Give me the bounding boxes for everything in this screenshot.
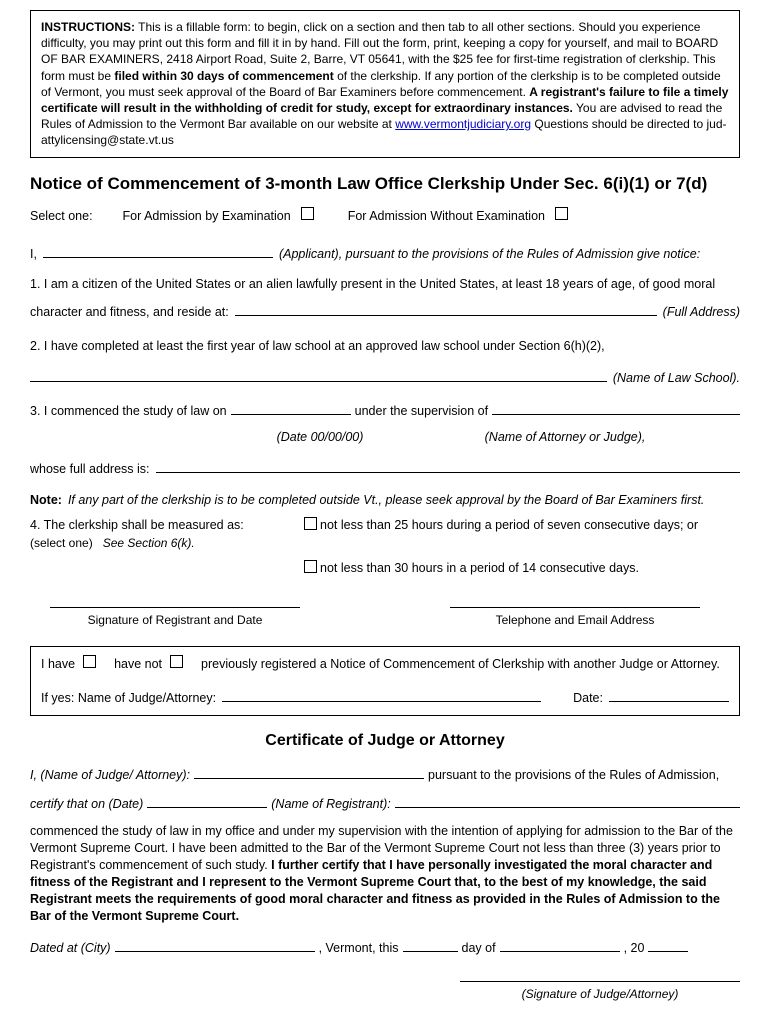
item4-opt1-label: not less than 25 hours during a period o… [320, 517, 740, 535]
phone-email-field[interactable] [450, 606, 700, 608]
dated-year-field[interactable] [648, 938, 688, 952]
cert-ia: I, (Name of Judge/ Attorney): [30, 765, 190, 786]
item3-a: 3. I commenced the study of law on [30, 400, 227, 424]
sig-right-label: Telephone and Email Address [496, 613, 655, 627]
cert-date-field[interactable] [147, 794, 267, 808]
have-not-checkbox[interactable] [170, 655, 183, 668]
item4-opt2-checkbox[interactable] [304, 560, 317, 573]
dated-row: Dated at (City) , Vermont, this day of ,… [30, 938, 740, 959]
instructions-bold-1: filed within 30 days of commencement [114, 69, 333, 83]
applicant-name-field[interactable] [43, 244, 273, 258]
applicant-suffix: (Applicant), pursuant to the provisions … [279, 246, 700, 264]
prev-a: I have [41, 656, 75, 674]
instructions-box: INSTRUCTIONS: This is a fillable form: t… [30, 10, 740, 158]
dated-b: , Vermont, this [319, 938, 399, 959]
select-one-row: Select one: For Admission by Examination… [30, 207, 740, 226]
cert-ib: pursuant to the provisions of the Rules … [428, 765, 719, 786]
supervisor-hint: (Name of Attorney or Judge), [390, 426, 740, 450]
judge-signature-row: (Signature of Judge/Attorney) [30, 980, 740, 1003]
supervisor-address-field[interactable] [156, 459, 740, 473]
applicant-row: I, (Applicant), pursuant to the provisio… [30, 244, 740, 264]
sig-left-label: Signature of Registrant and Date [88, 613, 263, 627]
whose-label: whose full address is: [30, 458, 150, 482]
item4-label: 4. The clerkship shall be measured as: [30, 518, 244, 532]
law-school-field[interactable] [30, 368, 607, 382]
item1-text: 1. I am a citizen of the United States o… [30, 277, 715, 291]
dated-day-field[interactable] [403, 938, 458, 952]
item-3: 3. I commenced the study of law on under… [30, 400, 740, 481]
opt1-label: For Admission by Examination [123, 208, 291, 226]
note-row: Note: If any part of the clerkship is to… [30, 492, 740, 510]
cert-line-2: certify that on (Date) (Name of Registra… [30, 794, 740, 815]
page-title: Notice of Commencement of 3-month Law Of… [30, 172, 740, 196]
certificate-title: Certificate of Judge or Attorney [30, 730, 740, 752]
cert-2b: (Name of Registrant): [271, 794, 390, 815]
i-label: I, [30, 246, 37, 264]
note-text: If any part of the clerkship is to be co… [68, 492, 704, 510]
supervisor-name-field[interactable] [492, 401, 740, 415]
dated-d: , 20 [624, 938, 645, 959]
opt2-label: For Admission Without Examination [348, 208, 545, 226]
item4-opt2-label: not less than 30 hours in a period of 14… [320, 560, 740, 578]
signature-row: Signature of Registrant and Date Telepho… [30, 606, 740, 629]
dated-a: Dated at (City) [30, 938, 111, 959]
dated-month-field[interactable] [500, 938, 620, 952]
prev-judge-name-field[interactable] [222, 688, 541, 702]
dated-c: day of [462, 938, 496, 959]
cert-2a: certify that on (Date) [30, 794, 143, 815]
dated-city-field[interactable] [115, 938, 315, 952]
instructions-label: INSTRUCTIONS: [41, 20, 135, 34]
judge-sig-label: (Signature of Judge/Attorney) [522, 987, 679, 1001]
if-yes-label: If yes: Name of Judge/Attorney: [41, 690, 216, 708]
item3-b: under the supervision of [355, 400, 488, 424]
opt1-checkbox[interactable] [301, 207, 314, 220]
prev-date-label: Date: [573, 690, 603, 708]
previous-registration-box: I have have not previously registered a … [30, 646, 740, 716]
item2-text: 2. I have completed at least the first y… [30, 339, 605, 353]
registrant-signature-field[interactable] [50, 606, 300, 608]
prev-c: previously registered a Notice of Commen… [201, 656, 720, 674]
note-label: Note: [30, 492, 62, 510]
instructions-link[interactable]: www.vermontjudiciary.org [395, 117, 531, 131]
item-2: 2. I have completed at least the first y… [30, 335, 740, 391]
date-hint: (Date 00/00/00) [250, 426, 390, 450]
commence-date-field[interactable] [231, 401, 351, 415]
cert-registrant-name-field[interactable] [395, 794, 740, 808]
item-1: 1. I am a citizen of the United States o… [30, 273, 740, 325]
have-checkbox[interactable] [83, 655, 96, 668]
item1-hint: (Full Address) [663, 301, 740, 325]
judge-name-field[interactable] [194, 765, 424, 779]
item1-cont: character and fitness, and reside at: [30, 301, 229, 325]
judge-signature-field[interactable] [460, 980, 740, 982]
opt2-checkbox[interactable] [555, 207, 568, 220]
prev-b: have not [114, 656, 162, 674]
cert-body: commenced the study of law in my office … [30, 823, 740, 924]
item4-opt1-checkbox[interactable] [304, 517, 317, 530]
cert-line-1: I, (Name of Judge/ Attorney): pursuant t… [30, 765, 740, 786]
prev-date-field[interactable] [609, 688, 729, 702]
item-4: 4. The clerkship shall be measured as: (… [30, 517, 740, 578]
item2-hint: (Name of Law School). [613, 367, 740, 391]
item4-sub: (select one) (select one) See Section 6(… [30, 536, 195, 550]
select-label: Select one: [30, 208, 93, 226]
address-field[interactable] [235, 302, 657, 316]
